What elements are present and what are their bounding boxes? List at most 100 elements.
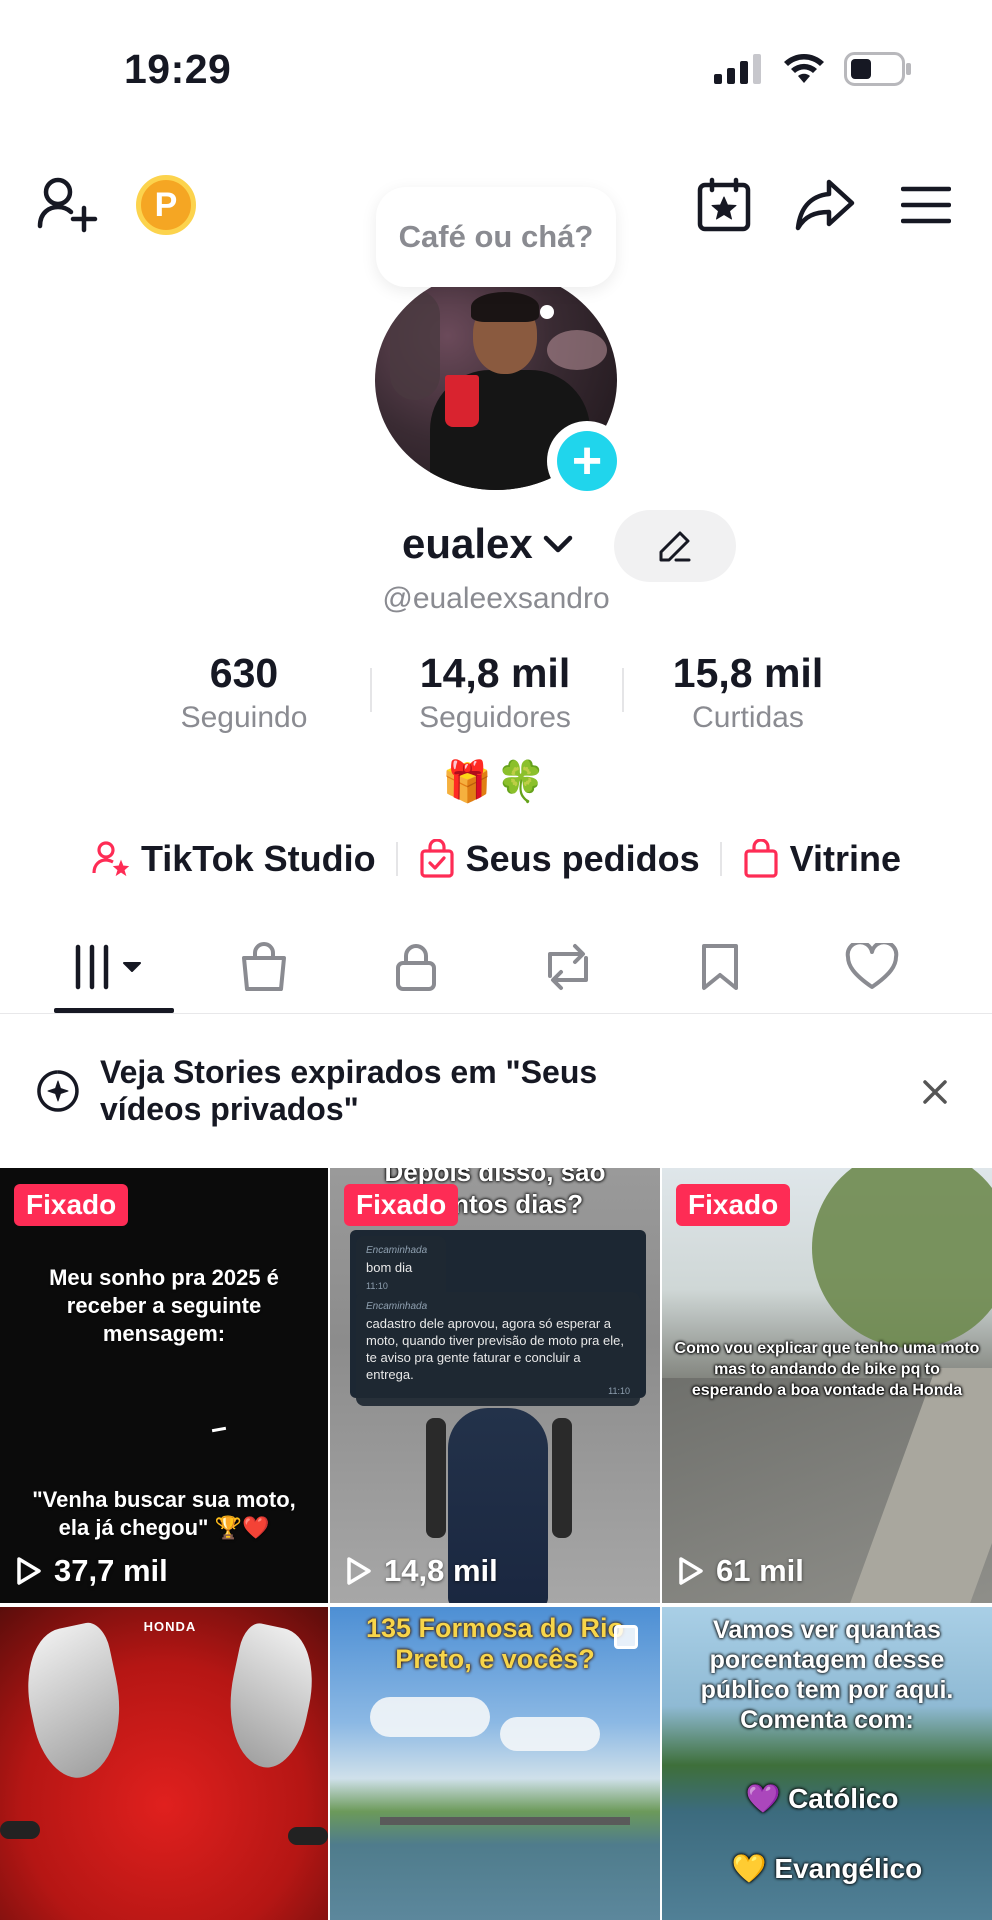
- bridge: [380, 1817, 630, 1825]
- stat-label: Seguidores: [419, 701, 571, 734]
- bookmark-icon: [702, 943, 738, 990]
- cellular-signal-icon: [714, 54, 761, 84]
- close-banner-button[interactable]: [922, 1070, 948, 1115]
- stat-value: 14,8 mil: [419, 650, 571, 696]
- tree: [812, 1168, 992, 1348]
- view-count: 37,7 mil: [16, 1553, 168, 1589]
- story-sparkle-icon: [37, 1070, 79, 1112]
- pinned-badge: Fixado: [14, 1184, 129, 1226]
- bike-fork-left: [426, 1418, 446, 1538]
- video-grid-icon: [75, 944, 141, 989]
- plus-icon: +: [557, 431, 617, 491]
- stat-label: Seguindo: [180, 701, 308, 734]
- tab-shop[interactable]: [188, 920, 340, 1013]
- link-label: Vitrine: [789, 838, 902, 879]
- wifi-icon: [784, 54, 824, 83]
- stat-followers[interactable]: 14,8 mil Seguidores: [385, 650, 605, 735]
- username-switcher[interactable]: eualex: [402, 520, 573, 568]
- chat-time: 11:10: [608, 1386, 630, 1396]
- add-user-icon: [37, 177, 98, 233]
- link-label: TikTok Studio: [140, 838, 376, 879]
- username-label: eualex: [402, 520, 533, 567]
- tab-private[interactable]: [340, 920, 492, 1013]
- tab-videos[interactable]: [40, 920, 188, 1013]
- link-label: Seus pedidos: [465, 838, 700, 879]
- shopping-bag-icon: [744, 839, 778, 878]
- view-count: 14,8 mil: [346, 1553, 498, 1589]
- close-icon: [923, 1080, 947, 1104]
- stat-value: 630: [209, 650, 279, 696]
- multi-photo-icon: [614, 1625, 638, 1649]
- pinned-badge: Fixado: [344, 1184, 459, 1226]
- cloud: [500, 1717, 600, 1751]
- video-thumbnail[interactable]: Fixado Como vou explicar que tenho uma m…: [662, 1168, 992, 1603]
- chat-message: Encaminhada cadastro dele aprovou, agora…: [356, 1292, 640, 1406]
- video-caption-bottom: "Venha buscar sua moto, ela já chegou" 🏆…: [32, 1487, 296, 1540]
- tab-liked[interactable]: [796, 920, 948, 1013]
- brand-label: HONDA: [143, 1619, 197, 1634]
- video-thumbnail[interactable]: Depois disso, são quantos dias? Encaminh…: [330, 1168, 660, 1603]
- heart-icon: [845, 942, 899, 989]
- chat-label: Encaminhada: [366, 1301, 428, 1312]
- tab-favorites[interactable]: [644, 920, 796, 1013]
- play-icon: [17, 1557, 41, 1585]
- video-thumbnail[interactable]: Vamos ver quantas porcentagem desse públ…: [662, 1607, 992, 1920]
- profile-links: TikTok Studio Seus pedidos Vitrine: [0, 838, 992, 880]
- bag-check-icon: [420, 839, 454, 878]
- lock-icon: [396, 943, 436, 991]
- link-divider: [395, 842, 398, 876]
- video-grid: Fixado Meu sonho pra 2025 é receber a se…: [0, 1168, 992, 1920]
- showcase-link[interactable]: Vitrine: [742, 838, 901, 880]
- bio-emojis: 🎁🍀: [442, 760, 550, 804]
- stat-divider: [622, 668, 624, 712]
- tiktok-studio-link[interactable]: TikTok Studio: [91, 838, 376, 880]
- headlight-left: [15, 1619, 135, 1785]
- note-bubble[interactable]: Café ou chá?: [376, 187, 616, 287]
- play-icon: [679, 1557, 703, 1585]
- video-thumbnail[interactable]: Fixado Meu sonho pra 2025 é receber a se…: [0, 1168, 328, 1603]
- bike-fork-right: [552, 1418, 572, 1538]
- video-caption: Como vou explicar que tenho uma moto mas…: [674, 1340, 980, 1399]
- user-star-icon: [92, 841, 130, 877]
- view-count-label: 14,8 mil: [384, 1553, 498, 1588]
- add-story-button[interactable]: +: [547, 421, 627, 501]
- calendar-star-button[interactable]: [694, 176, 754, 234]
- share-arrow-icon: [795, 179, 855, 231]
- video-caption: 135 Formosa do Rio Preto, e vocês?: [365, 1613, 625, 1674]
- option-evangelical: 💛 Evangélico: [731, 1853, 923, 1884]
- headlight-right: [216, 1620, 324, 1774]
- view-count-label: 61 mil: [716, 1553, 804, 1588]
- chat-text: bom dia: [366, 1260, 413, 1275]
- edit-profile-button[interactable]: [614, 510, 736, 582]
- banner-text: Veja Stories expirados em "Seus vídeos p…: [100, 1054, 598, 1127]
- battery-icon: [844, 52, 911, 86]
- video-thumbnail[interactable]: 135 Formosa do Rio Preto, e vocês?: [330, 1607, 660, 1920]
- view-count-label: 37,7 mil: [54, 1553, 168, 1588]
- video-thumbnail[interactable]: HONDA: [0, 1607, 328, 1920]
- status-time: 19:29: [124, 46, 232, 92]
- add-friend-button[interactable]: [36, 174, 98, 234]
- hamburger-menu-icon: [901, 186, 951, 224]
- orders-link[interactable]: Seus pedidos: [418, 838, 700, 880]
- handlebar-left: [0, 1821, 40, 1839]
- option-catholic: 💜 Católico: [745, 1783, 899, 1814]
- play-icon: [347, 1557, 371, 1585]
- expired-stories-banner[interactable]: Veja Stories expirados em "Seus vídeos p…: [0, 1014, 992, 1168]
- chevron-down-icon: [543, 535, 573, 553]
- tab-reposts[interactable]: [492, 920, 644, 1013]
- menu-button[interactable]: [900, 182, 952, 228]
- stat-divider: [370, 668, 372, 712]
- white-dash: [211, 1426, 227, 1433]
- video-caption: Vamos ver quantas porcentagem desse públ…: [700, 1616, 954, 1734]
- profile-handle: @eualeexsandro: [382, 582, 610, 615]
- repost-icon: [548, 943, 588, 990]
- stat-value: 15,8 mil: [672, 650, 824, 696]
- coin-icon[interactable]: P: [136, 175, 196, 235]
- stat-likes[interactable]: 15,8 mil Curtidas: [638, 650, 858, 735]
- share-profile-button[interactable]: [794, 176, 856, 234]
- calendar-star-icon: [697, 177, 751, 232]
- pinned-badge: Fixado: [676, 1184, 791, 1226]
- chat-label: Encaminhada: [366, 1245, 428, 1256]
- chat-time: 11:10: [366, 1281, 388, 1291]
- stat-following[interactable]: 630 Seguindo: [134, 650, 354, 735]
